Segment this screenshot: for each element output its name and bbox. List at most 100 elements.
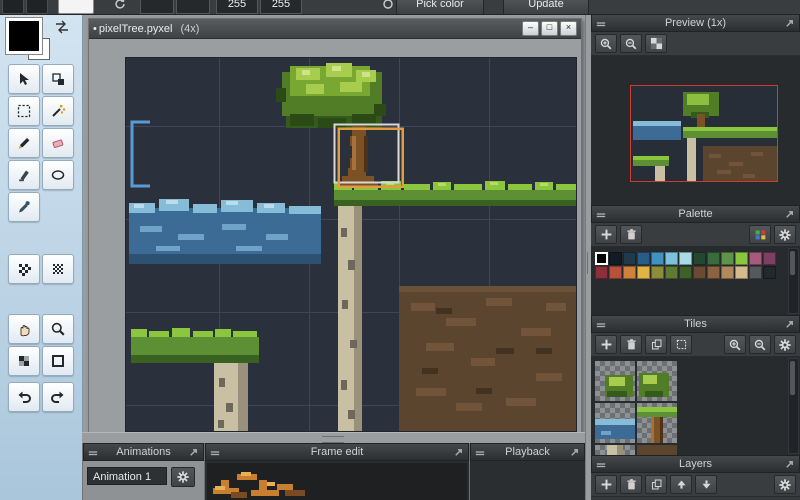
palette-swatch[interactable] <box>707 252 720 265</box>
palette-swatch[interactable] <box>693 252 706 265</box>
transform-tool[interactable] <box>42 64 74 94</box>
palette-swatch[interactable] <box>637 252 650 265</box>
delete-layer-button[interactable] <box>620 475 642 494</box>
panel-popout-icon[interactable] <box>784 459 795 470</box>
palette-swatch[interactable] <box>609 266 622 279</box>
palette-swatch[interactable] <box>763 252 776 265</box>
palette-swatch[interactable] <box>623 266 636 279</box>
zoom-out-button[interactable] <box>620 34 642 53</box>
move-layer-up-button[interactable] <box>670 475 692 494</box>
palette-panel-header[interactable]: Palette <box>591 205 800 223</box>
palette-swatch[interactable] <box>749 266 762 279</box>
layers-panel-header[interactable]: Layers <box>591 455 800 473</box>
palette-swatch[interactable] <box>609 252 622 265</box>
swap-colors-icon[interactable] <box>54 20 72 36</box>
tile-thumbnail[interactable] <box>637 361 677 401</box>
move-layer-down-button[interactable] <box>695 475 717 494</box>
shape-tool[interactable] <box>42 160 74 190</box>
tile-frame-tool[interactable] <box>42 346 74 376</box>
red-value-field[interactable]: 255 <box>216 0 258 14</box>
tile-thumbnail[interactable] <box>637 403 677 443</box>
hand-tool[interactable] <box>8 314 40 344</box>
restore-button[interactable]: □ <box>541 21 558 36</box>
eraser-tool[interactable] <box>42 128 74 158</box>
palette-swatch[interactable] <box>651 266 664 279</box>
frame-edit-panel-header[interactable]: Frame edit <box>205 443 469 461</box>
scrollbar-thumb[interactable] <box>790 251 795 275</box>
panel-menu-icon[interactable] <box>596 210 606 220</box>
palette-swatch[interactable] <box>679 266 692 279</box>
color-map-button[interactable] <box>749 225 771 244</box>
pencil-tool[interactable] <box>8 128 40 158</box>
panel-menu-icon[interactable] <box>596 320 606 330</box>
topbar-field[interactable] <box>140 0 174 14</box>
tile-thumbnail[interactable] <box>595 403 635 443</box>
document-title-bar[interactable]: • pixelTree.pyxel (4x) – □ × <box>89 19 581 39</box>
palette-swatch[interactable] <box>637 266 650 279</box>
add-color-button[interactable] <box>595 225 617 244</box>
undo-button[interactable] <box>8 382 40 412</box>
delete-color-button[interactable] <box>620 225 642 244</box>
zoom-in-button[interactable] <box>595 34 617 53</box>
panel-menu-icon[interactable] <box>596 19 606 29</box>
palette-swatch[interactable] <box>679 252 692 265</box>
close-button[interactable]: × <box>560 21 577 36</box>
pen-tool[interactable] <box>8 160 40 190</box>
tile-stamp-tool[interactable] <box>8 346 40 376</box>
dither-light-tool[interactable] <box>8 254 40 284</box>
panel-popout-icon[interactable] <box>569 447 580 458</box>
palette-swatch[interactable] <box>665 266 678 279</box>
topbar-white-button[interactable] <box>58 0 94 14</box>
tiles-scrollbar[interactable] <box>788 358 799 454</box>
blue-value-field[interactable]: 255 <box>260 0 302 14</box>
panel-menu-icon[interactable] <box>596 460 606 470</box>
add-layer-button[interactable] <box>595 475 617 494</box>
tiles-zoom-in-button[interactable] <box>724 335 746 354</box>
layers-settings-button[interactable] <box>774 475 796 494</box>
minimize-button[interactable]: – <box>522 21 539 36</box>
move-tool[interactable] <box>8 64 40 94</box>
zoom-tool[interactable] <box>42 314 74 344</box>
eyedropper-tool[interactable] <box>8 192 40 222</box>
select-tile-button[interactable] <box>670 335 692 354</box>
palette-swatch[interactable] <box>595 266 608 279</box>
palette-swatch[interactable] <box>735 266 748 279</box>
palette-swatch[interactable] <box>763 266 776 279</box>
refresh-icon[interactable] <box>110 0 130 13</box>
palette-swatch[interactable] <box>721 252 734 265</box>
pick-color-button[interactable]: Pick color <box>396 0 484 14</box>
palette-swatch[interactable] <box>651 252 664 265</box>
preview-panel-header[interactable]: Preview (1x) <box>591 14 800 32</box>
frame-edit-canvas[interactable] <box>207 463 467 500</box>
select-tool[interactable] <box>8 96 40 126</box>
palette-swatch[interactable] <box>707 266 720 279</box>
panel-popout-icon[interactable] <box>784 319 795 330</box>
animation-settings-button[interactable] <box>171 467 195 487</box>
topbar-button[interactable] <box>26 0 48 14</box>
magic-wand-tool[interactable] <box>42 96 74 126</box>
panel-popout-icon[interactable] <box>784 18 795 29</box>
panel-popout-icon[interactable] <box>188 447 199 458</box>
add-tile-button[interactable] <box>595 335 617 354</box>
panel-menu-icon[interactable] <box>475 448 485 458</box>
panel-menu-icon[interactable] <box>210 448 220 458</box>
topbar-field[interactable] <box>176 0 210 14</box>
palette-swatch[interactable] <box>623 252 636 265</box>
dither-dense-tool[interactable] <box>42 254 74 284</box>
palette-swatch[interactable] <box>693 266 706 279</box>
tiles-zoom-out-button[interactable] <box>749 335 771 354</box>
primary-color-swatch[interactable] <box>5 17 43 55</box>
palette-swatch[interactable] <box>595 252 608 265</box>
panel-popout-icon[interactable] <box>784 209 795 220</box>
panel-menu-icon[interactable] <box>88 448 98 458</box>
palette-swatch[interactable] <box>749 252 762 265</box>
topbar-button[interactable] <box>2 0 24 14</box>
tile-thumbnail[interactable] <box>595 361 635 401</box>
palette-swatch[interactable] <box>721 266 734 279</box>
duplicate-tile-button[interactable] <box>645 335 667 354</box>
scrollbar-thumb[interactable] <box>790 361 795 395</box>
tiles-panel-header[interactable]: Tiles <box>591 315 800 333</box>
palette-swatch[interactable] <box>665 252 678 265</box>
redo-button[interactable] <box>42 382 74 412</box>
duplicate-layer-button[interactable] <box>645 475 667 494</box>
